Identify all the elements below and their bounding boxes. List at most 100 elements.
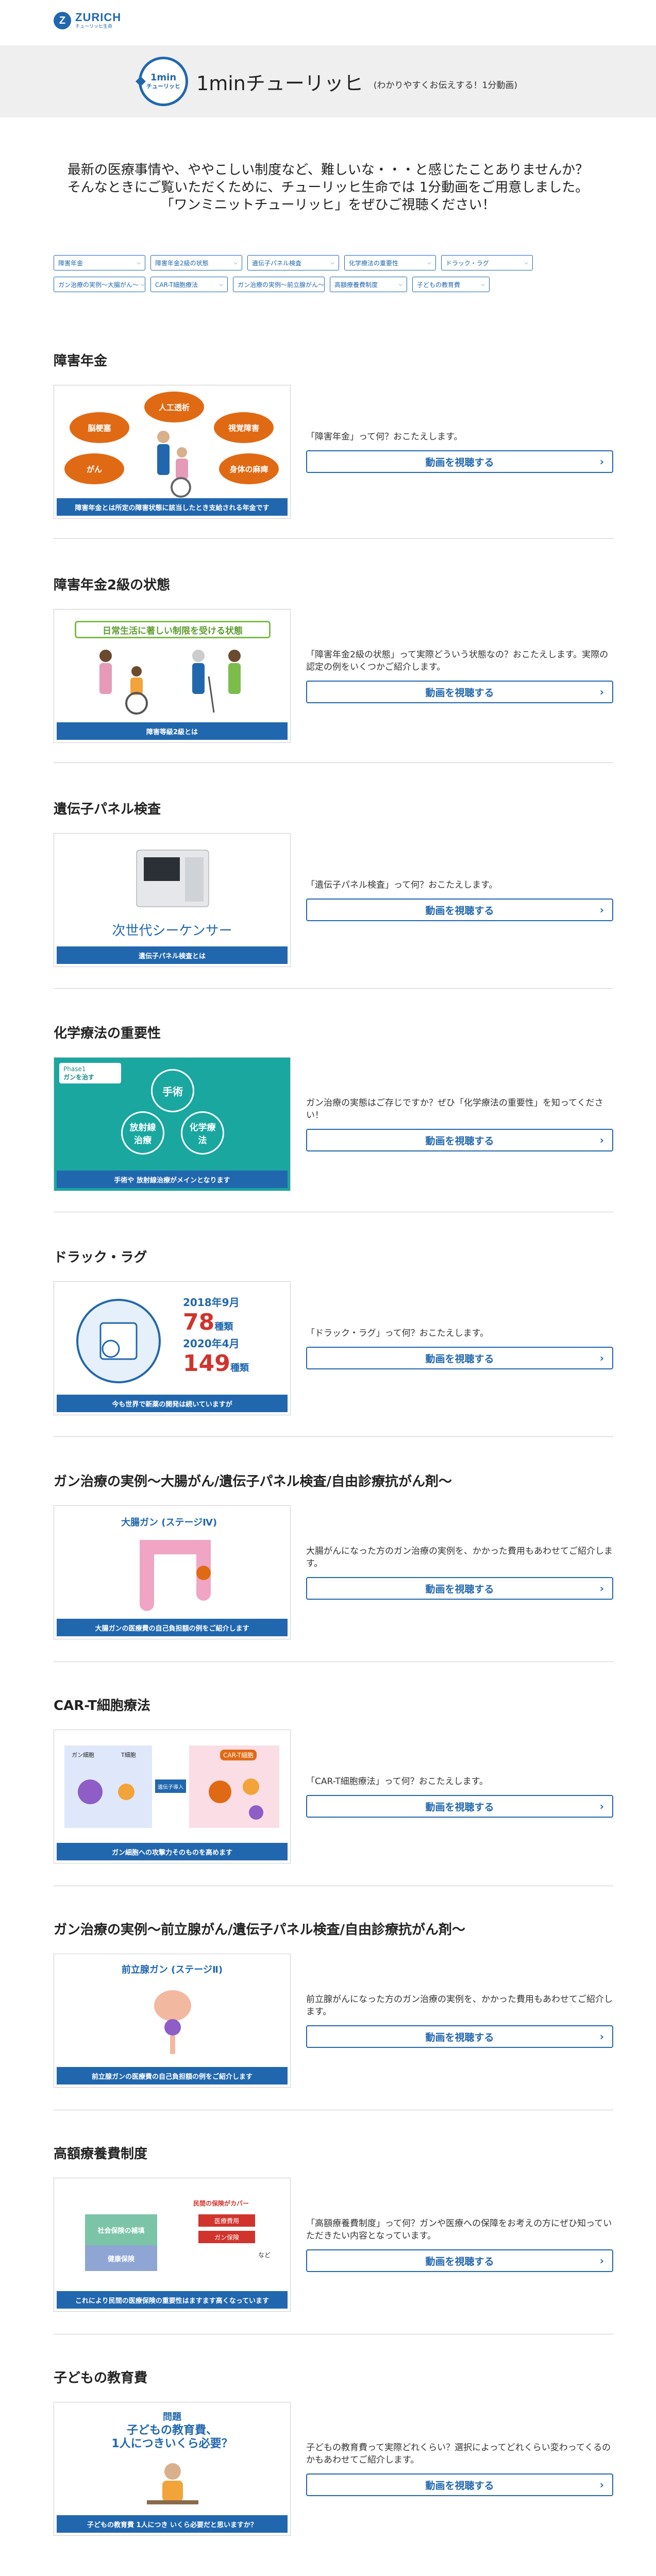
- page-title: 1minチューリッヒ: [196, 72, 363, 95]
- watch-video-button[interactable]: 動画を視聴する ›: [306, 1347, 613, 1369]
- circle-chemo: 化学療法: [181, 1111, 224, 1155]
- watch-video-button[interactable]: 動画を視聴する ›: [306, 1577, 613, 1600]
- intro-line: そんなときにご覧いただくために、チューリッヒ生命では 1分動画をご用意しました。: [67, 180, 589, 195]
- tag-link[interactable]: 子どもの教育費 ⌵: [412, 277, 490, 292]
- video-thumbnail[interactable]: 問題 子どもの教育費、 1人につきいくら必要？ 子どもの教育費 1人につき いく…: [54, 2402, 291, 2536]
- watch-video-button[interactable]: 動画を視聴する ›: [306, 2473, 613, 2496]
- icon-top-text: 1min: [150, 72, 177, 83]
- chevron-right-icon: ›: [599, 1582, 604, 1595]
- cover-etc: など: [258, 2251, 271, 2259]
- tag-link[interactable]: 遺伝子パネル検査 ⌵: [247, 255, 339, 270]
- section-description: 「遺伝子パネル検査」って何？おこたえします。: [306, 880, 498, 890]
- watch-video-button[interactable]: 動画を視聴する ›: [306, 899, 613, 921]
- panel-before: ガン細胞 T細胞: [64, 1745, 152, 1828]
- oval-label: 脳梗塞: [70, 412, 129, 443]
- video-thumbnail[interactable]: 前立腺ガン (ステージⅡ) 前立腺ガンの医療費の自己負担額の例をご紹介します: [54, 1954, 291, 2088]
- video-thumbnail[interactable]: ガン細胞 T細胞 遺伝子導入 CAR-T細胞 ガン細胞への攻撃力そのものを高めま…: [54, 1730, 291, 1863]
- video-thumbnail[interactable]: 社会保険の補填 健康保険 民間の保険がカバー 医療費用 ガン保険 など これによ…: [54, 2178, 291, 2312]
- section-chemotherapy: 化学療法の重要性 Phase1 ガンを治す 手術 放射線治療 化学療法 手術や 放…: [54, 1023, 613, 1191]
- tag-link[interactable]: ガン治療の実例〜大腸がん〜 ⌵: [54, 277, 145, 292]
- title-band: 1min チューリッヒ 1minチューリッヒ (わかりやすくお伝えする！1分動画…: [0, 45, 656, 117]
- illustration-label: 大腸ガン (ステージⅣ): [121, 1517, 217, 1528]
- thumbnail-caption: 遺伝子パネル検査とは: [57, 946, 288, 964]
- section-title: 遺伝子パネル検査: [54, 802, 161, 817]
- chevron-down-icon: ⌵: [137, 260, 141, 266]
- section-education-cost: 子どもの教育費 問題 子どもの教育費、 1人につきいくら必要？ 子どもの教育費 …: [54, 2367, 613, 2536]
- thumbnail-caption: ガン細胞への攻撃力そのものを高めます: [57, 1843, 288, 1860]
- cover-item: 医療費用: [198, 2214, 255, 2227]
- divider: [54, 538, 613, 539]
- section-description: 前立腺がんになった方のガン治療の実例を、かかった費用もあわせてご紹介します。: [306, 1994, 613, 2017]
- thumbnail-caption: 手術や 放射線治療がメインとなります: [57, 1171, 288, 1188]
- chevron-right-icon: ›: [599, 1134, 604, 1146]
- chevron-down-icon: ⌵: [524, 260, 528, 266]
- thumbnail-caption: 大腸ガンの医療費の自己負担額の例をご紹介します: [57, 1619, 288, 1636]
- thumbnail-caption: 子どもの教育費 1人につき いくら必要だと思いますか？: [57, 2515, 288, 2533]
- phase-label: Phase1 ガンを治す: [59, 1063, 121, 1083]
- video-thumbnail[interactable]: 人工透析 脳梗塞 視覚障害 がん 身体の麻痺 障害年金とは所定の障害状態に該当し…: [54, 385, 291, 519]
- thumbnail-caption: 障害等級2級とは: [57, 722, 288, 740]
- watch-video-button[interactable]: 動画を視聴する ›: [306, 1795, 613, 1818]
- tag-link[interactable]: ガン治療の実例〜前立腺がん〜⌵: [233, 277, 325, 292]
- people-illustration: [157, 431, 191, 498]
- section-description: 「ドラック・ラグ」って何？おこたえします。: [306, 1328, 489, 1338]
- video-thumbnail[interactable]: 2018年9月 78種類 2020年4月 149種類 今も世界で新薬の開発は続い…: [54, 1281, 291, 1415]
- question-text: 問題 子どもの教育費、 1人につきいくら必要？: [111, 2412, 233, 2450]
- video-thumbnail[interactable]: 日常生活に著しい制限を受ける状態 障害等級2級とは: [54, 609, 291, 743]
- section-description: ガン治療の実態はご存じですか？ぜひ「化学療法の重要性」を知ってください！: [306, 1098, 603, 1121]
- watch-video-button[interactable]: 動画を視聴する ›: [306, 2025, 613, 2048]
- panel-after: CAR-T細胞: [189, 1745, 279, 1828]
- chevron-down-icon: ⌵: [427, 260, 431, 266]
- thumbnail-caption: 今も世界で新薬の開発は続いていますが: [57, 1395, 288, 1412]
- oval-label: 人工透析: [144, 392, 204, 422]
- thumbnail-caption: 障害年金とは所定の障害状態に該当したとき支給される年金です: [57, 498, 288, 516]
- watch-video-button[interactable]: 動画を視聴する ›: [306, 681, 613, 703]
- chevron-right-icon: ›: [599, 1800, 604, 1812]
- chevron-right-icon: ›: [599, 2030, 604, 2043]
- tag-link[interactable]: 障害年金2級の状態 ⌵: [150, 255, 242, 270]
- watch-video-button[interactable]: 動画を視聴する ›: [306, 1129, 613, 1151]
- section-description: 子どもの教育費って実際どれくらい？選択によってどれくらい変わってくるのかもあわせ…: [306, 2443, 611, 2465]
- child-illustration: [147, 2463, 198, 2504]
- section-description: 「高額療養費制度」って何？ガンや医療への保障をお考えの方にぜひ知っていただきたい…: [306, 2218, 612, 2241]
- sequencer-illustration: [136, 850, 209, 907]
- circle-radiation: 放射線治療: [121, 1111, 164, 1155]
- banner-text: 日常生活に著しい制限を受ける状態: [75, 621, 271, 638]
- section-colon-cancer: ガン治療の実例〜大腸がん/遺伝子パネル検査/自由診療抗がん剤〜 大腸ガン (ステ…: [54, 1471, 613, 1639]
- video-thumbnail[interactable]: 大腸ガン (ステージⅣ) 大腸ガンの医療費の自己負担額の例をご紹介します: [54, 1505, 291, 1639]
- thumbnail-caption: これにより民間の医療保険の重要性はますます高くなっています: [57, 2291, 288, 2309]
- watch-video-button[interactable]: 動画を視聴する ›: [306, 2249, 613, 2272]
- tag-link[interactable]: ドラック・ラグ ⌵: [441, 255, 533, 270]
- oval-label: がん: [64, 453, 124, 484]
- chevron-down-icon: ⌵: [219, 281, 223, 287]
- zurich-logo-icon: Z: [54, 12, 71, 29]
- divider: [54, 762, 613, 763]
- zurich-logo[interactable]: Z ZURICH チューリッヒ生命: [54, 11, 121, 30]
- tag-link[interactable]: CAR-T細胞療法 ⌵: [150, 277, 228, 292]
- video-thumbnail[interactable]: 次世代シーケンサー 遺伝子パネル検査とは: [54, 833, 291, 967]
- oval-label: 身体の麻痺: [219, 453, 279, 484]
- section-title: ガン治療の実例〜大腸がん/遺伝子パネル検査/自由診療抗がん剤〜: [54, 1474, 452, 1489]
- header: Z ZURICH チューリッヒ生命: [0, 0, 656, 45]
- section-title: ドラック・ラグ: [54, 1250, 147, 1265]
- chevron-down-icon: ⌵: [233, 260, 238, 266]
- circle-surgery: 手術: [151, 1069, 194, 1112]
- drug-stats: 2018年9月 78種類 2020年4月 149種類: [183, 1296, 249, 1377]
- section-disability-grade2: 障害年金2級の状態 日常生活に著しい制限を受ける状態 障害等級2級とは 「障害年…: [54, 574, 613, 743]
- tag-link[interactable]: 高額療養費制度 ⌵: [330, 277, 407, 292]
- anchor-tags: 障害年金 ⌵ 障害年金2級の状態 ⌵ 遺伝子パネル検査 ⌵ 化学療法の重要性 ⌵ ドラッ…: [54, 255, 569, 292]
- section-title: 化学療法の重要性: [54, 1026, 161, 1041]
- illustration-label: 前立腺ガン (ステージⅡ): [121, 1964, 223, 1975]
- intro-line: 最新の医療事情や、ややこしい制度など、難しいな・・・と感じたことありませんか？: [67, 162, 589, 178]
- section-title: 障害年金: [54, 353, 108, 369]
- chevron-right-icon: ›: [599, 904, 604, 916]
- tag-link[interactable]: 障害年金 ⌵: [54, 255, 145, 270]
- chevron-down-icon: ⌵: [398, 281, 402, 287]
- tag-link[interactable]: 化学療法の重要性 ⌵: [344, 255, 436, 270]
- watch-video-button[interactable]: 動画を視聴する ›: [306, 450, 613, 473]
- logo-name: ZURICH: [75, 11, 122, 24]
- section-title: CAR-T細胞療法: [54, 1698, 150, 1714]
- video-thumbnail[interactable]: Phase1 ガンを治す 手術 放射線治療 化学療法 手術や 放射線治療がメインと…: [54, 1057, 291, 1191]
- section-description: 「障害年金2級の状態」って実際どういう状態なの？おこたえします。実際の認定の例を…: [306, 650, 609, 672]
- chevron-down-icon: ⌵: [481, 281, 485, 287]
